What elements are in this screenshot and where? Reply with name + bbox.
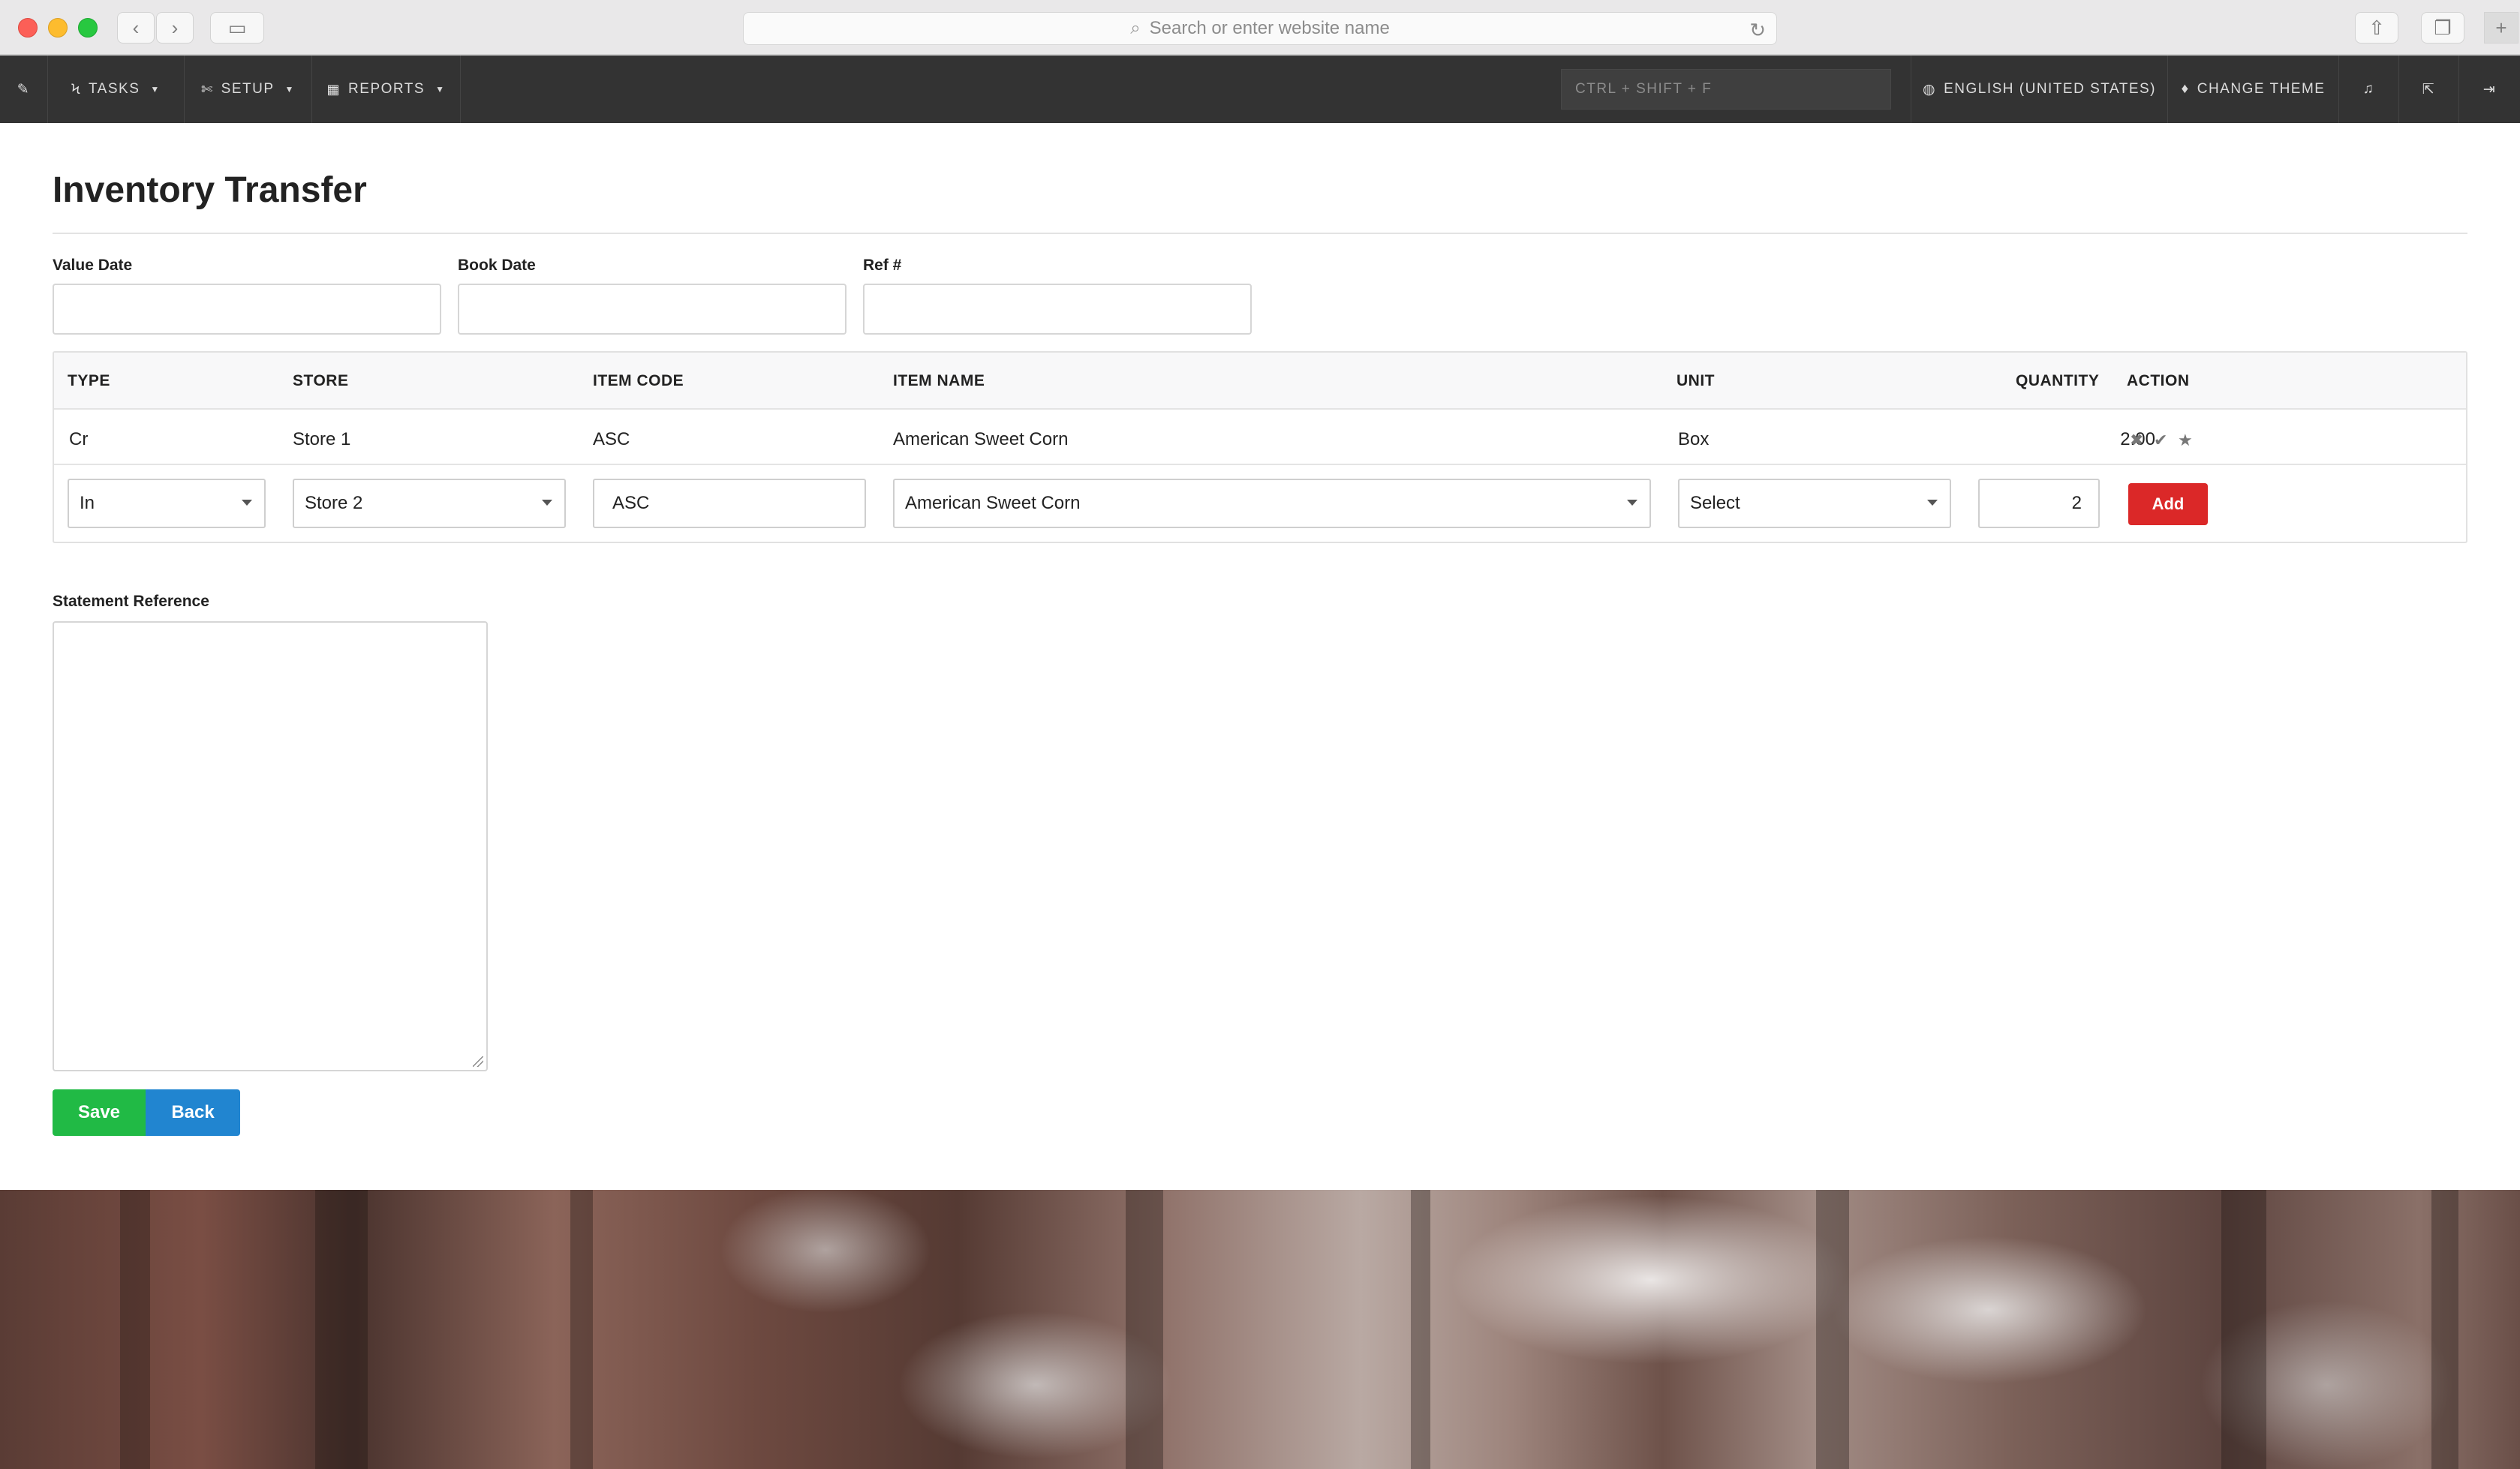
store-select[interactable]: Store 2 [293, 479, 566, 528]
search-icon: ⌕ [1130, 18, 1141, 38]
chevron-down-icon [1627, 500, 1637, 506]
zoom-window-button[interactable] [78, 18, 98, 38]
header-store: STORE [293, 372, 349, 389]
close-window-button[interactable] [18, 18, 38, 38]
row-type: Cr [69, 429, 89, 449]
add-row-button[interactable]: Add [2128, 483, 2208, 525]
sidebar-toggle-button[interactable]: ▭ [210, 12, 264, 44]
check-icon[interactable]: ✔ [2154, 431, 2167, 450]
header-item-name: ITEM NAME [893, 372, 985, 389]
tabs-icon: ❐ [2434, 16, 2452, 39]
notifications-button[interactable]: ♫ [2338, 56, 2398, 123]
share-button[interactable]: ⇧ [2355, 12, 2398, 44]
book-date-input[interactable] [458, 284, 847, 335]
language-selector[interactable]: ◍ ENGLISH (UNITED STATES) [1911, 56, 2167, 123]
header-action: ACTION [2127, 372, 2190, 389]
nav-setup-label: SETUP [221, 81, 275, 97]
plus-icon: + [2495, 16, 2507, 39]
browser-toolbar: ‹ › ▭ ⌕ Search or enter website name ↻ ⇧… [0, 0, 2520, 56]
global-search-placeholder: CTRL + SHIFT + F [1575, 81, 1713, 97]
tabs-overview-button[interactable]: ❐ [2421, 12, 2464, 44]
statement-reference-textarea[interactable] [53, 621, 488, 1071]
item-code-value: ASC [612, 493, 650, 513]
globe-icon: ◍ [1922, 81, 1937, 98]
row-item-name: American Sweet Corn [893, 429, 1069, 449]
wrench-icon: ✄ [201, 81, 214, 97]
value-date-input[interactable] [53, 284, 441, 335]
item-name-value: American Sweet Corn [905, 493, 1081, 513]
quantity-value: 2 [2071, 493, 2082, 513]
grid-icon: ▦ [326, 81, 341, 97]
sidebar-icon: ▭ [227, 16, 247, 39]
change-theme-button[interactable]: ♦ CHANGE THEME [2167, 56, 2338, 123]
nav-reports[interactable]: ▦ REPORTS ▼ [312, 56, 461, 123]
sign-out-icon: ⇥ [2482, 81, 2497, 98]
nav-tasks-label: TASKS [88, 81, 140, 97]
chevron-left-icon: ‹ [132, 16, 140, 39]
store-select-value: Store 2 [305, 493, 363, 513]
nav-reports-label: REPORTS [348, 81, 426, 97]
caret-down-icon: ▼ [435, 84, 446, 95]
bolt-icon: ϟ [71, 81, 81, 97]
change-theme-label: CHANGE THEME [2197, 81, 2326, 97]
header-item-code: ITEM CODE [593, 372, 684, 389]
delete-row-icon[interactable]: ✖ [2130, 431, 2143, 450]
address-placeholder: Search or enter website name [1149, 18, 1390, 38]
row-item-code: ASC [593, 429, 630, 449]
background-rock-photo [0, 1190, 2520, 1469]
type-select[interactable]: In [68, 479, 266, 528]
header-unit: UNIT [1676, 372, 1715, 389]
ref-input[interactable] [863, 284, 1252, 335]
pin-icon: ✎ [17, 81, 31, 98]
nav-tasks[interactable]: ϟ TASKS ▼ [48, 56, 185, 123]
caret-down-icon: ▼ [284, 84, 295, 95]
transfer-grid: TYPE STORE ITEM CODE ITEM NAME UNIT QUAN… [53, 351, 2467, 543]
back-nav-button[interactable]: ‹ [117, 12, 155, 44]
new-tab-button[interactable]: + [2484, 12, 2518, 44]
sign-out-button[interactable]: ⇥ [2458, 56, 2520, 123]
header-quantity: QUANTITY [2016, 372, 2100, 389]
pin-menu-button[interactable]: ✎ [0, 56, 48, 123]
value-date-label: Value Date [53, 257, 133, 274]
page-title: Inventory Transfer [53, 170, 367, 210]
unit-select[interactable]: Select [1678, 479, 1951, 528]
bell-icon: ♫ [2362, 81, 2375, 97]
nav-setup[interactable]: ✄ SETUP ▼ [185, 56, 312, 123]
drop-icon: ♦ [2181, 81, 2190, 97]
chevron-down-icon [242, 500, 252, 506]
open-external-button[interactable]: ⇱ [2398, 56, 2458, 123]
app-navbar: ✎ ϟ TASKS ▼ ✄ SETUP ▼ ▦ REPORTS ▼ CTRL +… [0, 56, 2520, 123]
address-bar[interactable]: ⌕ Search or enter website name ↻ [743, 12, 1777, 45]
chevron-right-icon: › [171, 16, 179, 39]
resize-grip-icon[interactable] [473, 1056, 483, 1067]
forward-nav-button[interactable]: › [156, 12, 194, 44]
quantity-input[interactable]: 2 [1978, 479, 2100, 528]
row-store: Store 1 [293, 429, 351, 449]
title-divider [53, 233, 2467, 234]
item-code-input[interactable]: ASC [593, 479, 866, 528]
save-button[interactable]: Save [53, 1089, 146, 1136]
grid-header: TYPE STORE ITEM CODE ITEM NAME UNIT QUAN… [54, 353, 2466, 410]
table-row: Cr Store 1 ASC American Sweet Corn Box 2… [54, 410, 2466, 465]
header-type: TYPE [68, 372, 110, 389]
item-name-select[interactable]: American Sweet Corn [893, 479, 1651, 528]
ref-label: Ref # [863, 257, 902, 274]
statement-reference-label: Statement Reference [53, 593, 209, 610]
caret-down-icon: ▼ [150, 84, 161, 95]
reload-icon[interactable]: ↻ [1749, 19, 1766, 42]
chevron-down-icon [542, 500, 552, 506]
external-link-icon: ⇱ [2422, 81, 2436, 98]
share-icon: ⇧ [2368, 16, 2385, 39]
thumbs-up-icon[interactable]: ★ [2178, 431, 2193, 450]
language-label: ENGLISH (UNITED STATES) [1944, 81, 2157, 97]
type-select-value: In [80, 493, 95, 513]
book-date-label: Book Date [458, 257, 536, 274]
unit-select-value: Select [1690, 493, 1740, 513]
row-unit: Box [1678, 429, 1710, 449]
minimize-window-button[interactable] [48, 18, 68, 38]
global-search-input[interactable]: CTRL + SHIFT + F [1561, 69, 1891, 110]
chevron-down-icon [1927, 500, 1938, 506]
back-button[interactable]: Back [146, 1089, 240, 1136]
